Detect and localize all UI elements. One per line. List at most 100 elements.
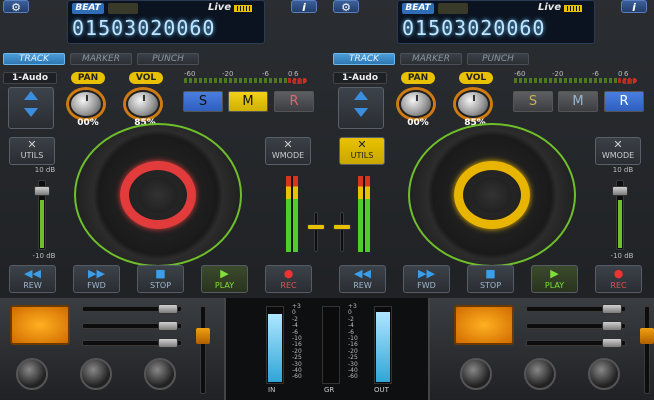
mute-button[interactable]: M bbox=[228, 91, 268, 112]
vu-scale-tick: 6 bbox=[624, 70, 629, 78]
fwd-button[interactable]: ▶▶ FWD bbox=[403, 265, 450, 293]
wmode-icon: ✕ bbox=[283, 138, 293, 151]
eq-fader-handle[interactable] bbox=[158, 304, 178, 314]
vu-scale-tick: -6 bbox=[262, 70, 269, 78]
input-meter-fill bbox=[268, 314, 282, 382]
rec-button[interactable]: ● REC bbox=[595, 265, 642, 293]
fwd-button[interactable]: ▶▶ FWD bbox=[73, 265, 120, 293]
rew-icon: ◀◀ bbox=[354, 267, 371, 280]
output-meter-fill bbox=[376, 312, 390, 382]
tab-track[interactable]: TRACK bbox=[3, 53, 65, 65]
utils-button-label: UTILS bbox=[350, 151, 374, 160]
arrow-down-icon[interactable] bbox=[354, 108, 368, 117]
vol-knob[interactable] bbox=[126, 90, 160, 118]
eq-fader-handle[interactable] bbox=[602, 321, 622, 331]
tools-icon: ✕ bbox=[27, 138, 37, 151]
fwd-button-label: FWD bbox=[87, 281, 106, 290]
eq-fader-handle[interactable] bbox=[602, 338, 622, 348]
eq-fader-handle[interactable] bbox=[602, 304, 622, 314]
solo-button[interactable]: S bbox=[513, 91, 553, 112]
vu-scale-tick: 6 bbox=[294, 70, 299, 78]
track-select-stepper[interactable] bbox=[8, 87, 54, 129]
mute-button[interactable]: M bbox=[558, 91, 598, 112]
wmode-button-label: WMODE bbox=[601, 151, 635, 160]
tab-punch[interactable]: PUNCH bbox=[137, 53, 199, 65]
eq-knob[interactable] bbox=[80, 358, 112, 390]
live-label: Live bbox=[208, 2, 232, 13]
tab-marker[interactable]: MARKER bbox=[400, 53, 462, 65]
track-name[interactable]: 1-Audo bbox=[3, 72, 57, 84]
eq-knob[interactable] bbox=[16, 358, 48, 390]
pan-knob[interactable] bbox=[69, 90, 103, 118]
rew-button[interactable]: ◀◀ REW bbox=[339, 265, 386, 293]
vu-meter-bar bbox=[514, 78, 618, 83]
meter-scale-tick-right: -60 bbox=[348, 373, 358, 381]
arrow-down-icon[interactable] bbox=[24, 108, 38, 117]
rew-button[interactable]: ◀◀ REW bbox=[9, 265, 56, 293]
wmode-button[interactable]: ✕ WMODE bbox=[595, 137, 641, 165]
stop-button-label: STOP bbox=[149, 281, 172, 290]
eq-knob[interactable] bbox=[460, 358, 492, 390]
channel-fader-track[interactable] bbox=[340, 212, 344, 252]
stop-button[interactable]: ■ STOP bbox=[467, 265, 514, 293]
tab-track[interactable]: TRACK bbox=[333, 53, 395, 65]
vertical-fader-track[interactable] bbox=[200, 306, 206, 394]
vertical-fader-handle[interactable] bbox=[196, 328, 210, 344]
pan-value: 00% bbox=[407, 118, 429, 128]
eq-knob[interactable] bbox=[524, 358, 556, 390]
stop-button-label: STOP bbox=[479, 281, 502, 290]
rec-button[interactable]: ● REC bbox=[265, 265, 312, 293]
arrow-up-icon[interactable] bbox=[354, 91, 368, 100]
arrow-up-icon[interactable] bbox=[24, 91, 38, 100]
settings-button[interactable]: ⚙ bbox=[3, 0, 29, 14]
output-meter-label: OUT bbox=[374, 386, 389, 394]
wmode-button[interactable]: ✕ WMODE bbox=[265, 137, 311, 165]
level-top-label: 10 dB bbox=[34, 166, 56, 174]
vol-knob[interactable] bbox=[456, 90, 490, 118]
vertical-fader-handle[interactable] bbox=[640, 328, 654, 344]
play-button[interactable]: ▶ PLAY bbox=[531, 265, 578, 293]
channel-fader-handle[interactable] bbox=[333, 224, 351, 230]
eq-knob[interactable] bbox=[588, 358, 620, 390]
level-slider-handle[interactable] bbox=[34, 186, 50, 196]
play-button[interactable]: ▶ PLAY bbox=[201, 265, 248, 293]
pan-value: 00% bbox=[77, 118, 99, 128]
record-arm-button[interactable]: R bbox=[604, 91, 644, 112]
beat-button[interactable]: BEAT bbox=[402, 3, 434, 14]
dj-mixer-app: ⚙ BEAT Live 01503020060 i TRACK MARKER PUNCH 1-A… bbox=[0, 0, 654, 400]
channel-fader-track[interactable] bbox=[314, 212, 318, 252]
tab-marker[interactable]: MARKER bbox=[70, 53, 132, 65]
battery-icon bbox=[234, 5, 252, 12]
rec-icon: ● bbox=[283, 267, 294, 280]
pan-knob[interactable] bbox=[399, 90, 433, 118]
solo-button[interactable]: S bbox=[183, 91, 223, 112]
level-slider-handle[interactable] bbox=[612, 186, 628, 196]
rec-icon: ● bbox=[613, 267, 624, 280]
record-arm-button[interactable]: R bbox=[274, 91, 314, 112]
tab-punch[interactable]: PUNCH bbox=[467, 53, 529, 65]
battery-icon bbox=[564, 5, 582, 12]
eq-knob[interactable] bbox=[144, 358, 176, 390]
rew-button-label: REW bbox=[23, 281, 42, 290]
channel-fader-handle[interactable] bbox=[307, 224, 325, 230]
eq-fader-handle[interactable] bbox=[158, 338, 178, 348]
settings-button[interactable]: ⚙ bbox=[333, 0, 359, 14]
utils-button-label: UTILS bbox=[20, 151, 44, 160]
level-top-label: 10 dB bbox=[612, 166, 634, 174]
vu-scale-tick: -60 bbox=[184, 70, 196, 78]
play-button-label: PLAY bbox=[544, 281, 565, 290]
vu-scale-tick: -6 bbox=[592, 70, 599, 78]
pan-label: PAN bbox=[71, 72, 105, 84]
stop-button[interactable]: ■ STOP bbox=[137, 265, 184, 293]
utils-button[interactable]: ✕ UTILS bbox=[9, 137, 55, 165]
info-button[interactable]: i bbox=[621, 0, 647, 14]
info-button[interactable]: i bbox=[291, 0, 317, 14]
level-bottom-label: -10 dB bbox=[32, 252, 56, 260]
eq-fader-handle[interactable] bbox=[158, 321, 178, 331]
tools-icon: ✕ bbox=[357, 138, 367, 151]
utils-button[interactable]: ✕ UTILS bbox=[339, 137, 385, 165]
beat-button[interactable]: BEAT bbox=[72, 3, 104, 14]
vertical-fader-track[interactable] bbox=[644, 306, 650, 394]
track-select-stepper[interactable] bbox=[338, 87, 384, 129]
track-name[interactable]: 1-Audo bbox=[333, 72, 387, 84]
